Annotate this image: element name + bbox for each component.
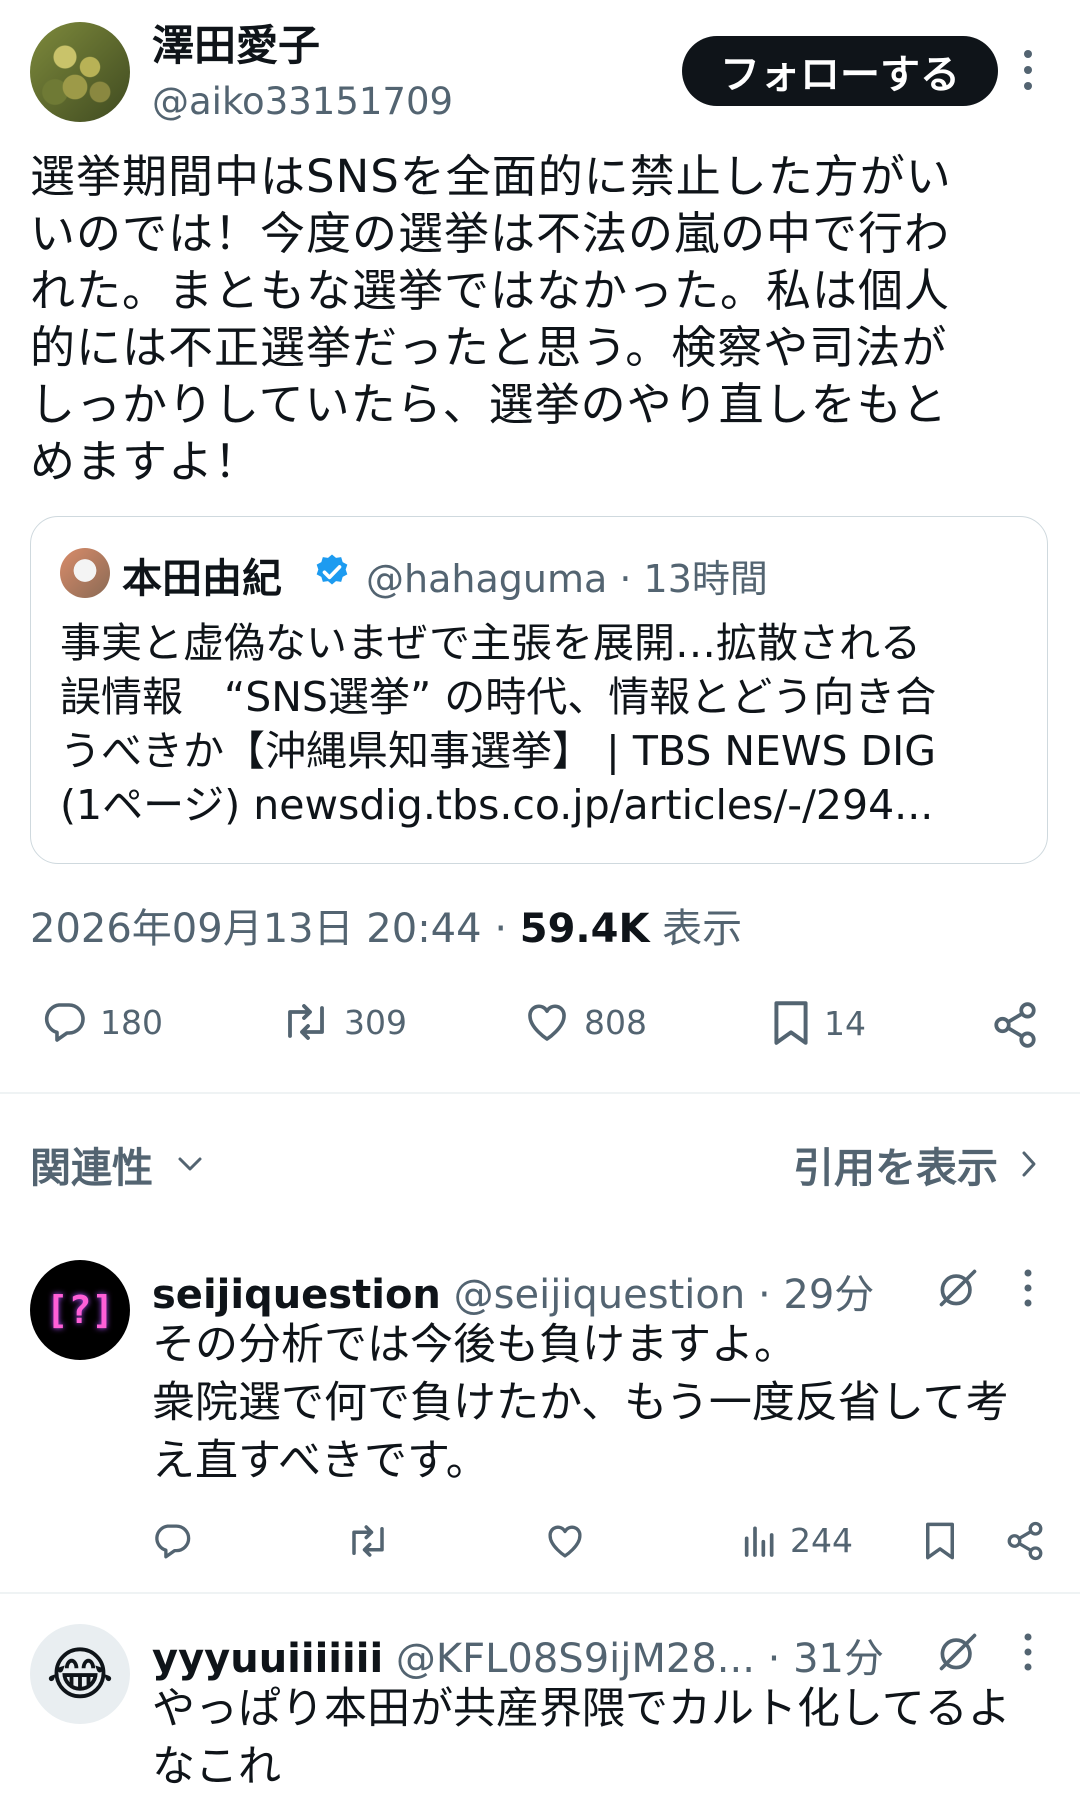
divider bbox=[0, 1092, 1080, 1094]
more-options-icon[interactable] bbox=[1016, 48, 1040, 92]
bookmark-icon bbox=[768, 998, 814, 1048]
reply-views-button[interactable]: 244 bbox=[740, 1520, 853, 1560]
reply-text-line: え直すべきです。 bbox=[152, 1436, 489, 1486]
quoted-text-line: 誤情報 “SNS選挙” の時代、情報とどう向き合 bbox=[60, 673, 937, 721]
author-display-name[interactable]: 澤田愛子 bbox=[152, 12, 320, 73]
bookmark-count: 14 bbox=[824, 1003, 866, 1043]
quoted-text-line: うべきか【沖縄県知事選挙】 | TBS NEWS DIG bbox=[60, 727, 936, 775]
repost-count: 309 bbox=[344, 1002, 407, 1042]
post-text-line: れた。まともな選挙ではなかった。私は個人 bbox=[30, 264, 951, 317]
quoted-author-name: 本田由紀 bbox=[122, 556, 282, 602]
quoted-text-line: 事実と虚偽ないまぜで主張を展開…拡散される bbox=[60, 619, 921, 667]
quoted-text: 事実と虚偽ないまぜで主張を展開…拡散される 誤情報 “SNS選挙” の時代、情報… bbox=[60, 616, 1020, 832]
timestamp-separator: · bbox=[494, 906, 508, 952]
share-icon[interactable] bbox=[990, 1000, 1040, 1050]
post-text: 選挙期間中はSNSを全面的に禁止した方がい いのでは！今度の選挙は不法の嵐の中で… bbox=[30, 148, 1050, 490]
views-count: 59.4K bbox=[519, 906, 650, 952]
reply-author-name[interactable]: yyyuuiiiiiii bbox=[152, 1636, 383, 1682]
reply-time[interactable]: 29分 bbox=[783, 1272, 874, 1318]
reply-time[interactable]: 31分 bbox=[793, 1636, 884, 1682]
reply-avatar[interactable]: [?] bbox=[30, 1260, 130, 1360]
reply-icon bbox=[38, 998, 90, 1046]
reply-text-line: その分析では今後も負けますよ。 bbox=[152, 1320, 797, 1370]
reply-count: 180 bbox=[100, 1002, 163, 1042]
repost-icon bbox=[278, 998, 334, 1046]
view-quotes-label: 引用を表示 bbox=[793, 1144, 998, 1192]
quoted-separator: · bbox=[619, 557, 632, 601]
reply-header: yyyuuiiiiiii @KFL08S9ijM28... · 31分 bbox=[152, 1626, 884, 1684]
reply-separator: · bbox=[767, 1636, 781, 1682]
views-chart-icon bbox=[740, 1520, 780, 1560]
divider bbox=[0, 1592, 1080, 1594]
sort-label: 関連性 bbox=[30, 1144, 153, 1192]
quoted-meta: @hahaguma · 13時間 bbox=[366, 548, 768, 603]
chevron-right-icon bbox=[1020, 1148, 1038, 1180]
bookmark-button[interactable]: 14 bbox=[768, 998, 866, 1048]
reply-button[interactable]: 180 bbox=[38, 998, 163, 1046]
chevron-down-icon bbox=[175, 1154, 205, 1174]
post-text-line: 的には不正選挙だったと思う。検察や司法が bbox=[30, 321, 948, 374]
reply-text-line: やっぱり本田が共産界隈でカルト化してるよ bbox=[152, 1684, 1011, 1734]
reply-author-handle[interactable]: @KFL08S9ijM28... bbox=[396, 1636, 755, 1682]
follow-button[interactable]: フォローする bbox=[682, 36, 998, 106]
reply-share-icon[interactable] bbox=[1004, 1520, 1046, 1562]
reply-reply-icon[interactable] bbox=[150, 1520, 194, 1562]
verified-badge-icon bbox=[312, 552, 352, 592]
view-quotes-link[interactable]: 引用を表示 bbox=[793, 1134, 1038, 1194]
reply-heart-icon[interactable] bbox=[542, 1520, 588, 1562]
timestamp-row: 2026年09月13日 20:44 · 59.4K 表示 bbox=[30, 896, 742, 954]
reply-repost-icon[interactable] bbox=[344, 1520, 392, 1562]
post-timestamp[interactable]: 2026年09月13日 20:44 bbox=[30, 906, 482, 952]
like-count: 808 bbox=[584, 1002, 647, 1042]
grok-icon[interactable] bbox=[936, 1266, 980, 1310]
reply-separator: · bbox=[757, 1272, 771, 1318]
grok-icon[interactable] bbox=[936, 1630, 980, 1674]
post-text-line: 選挙期間中はSNSを全面的に禁止した方がい bbox=[30, 150, 952, 203]
reply-author-name[interactable]: seijiquestion bbox=[152, 1272, 441, 1318]
reply-more-icon[interactable] bbox=[1018, 1632, 1038, 1672]
reply-more-icon[interactable] bbox=[1018, 1268, 1038, 1308]
post-text-line: めますよ！ bbox=[30, 435, 261, 488]
reply-text: その分析では今後も負けますよ。 衆院選で何で負けたか、もう一度反省して考 え直す… bbox=[152, 1316, 1057, 1490]
reply-author-handle[interactable]: @seijiquestion bbox=[454, 1272, 746, 1318]
reply-header: seijiquestion @seijiquestion · 29分 bbox=[152, 1262, 874, 1320]
reply-text: やっぱり本田が共産界隈でカルト化してるよ なこれ bbox=[152, 1680, 1057, 1796]
sort-relevance-dropdown[interactable]: 関連性 bbox=[30, 1134, 205, 1194]
reply-text-line: なこれ bbox=[152, 1742, 281, 1792]
repost-button[interactable]: 309 bbox=[278, 998, 407, 1046]
like-button[interactable]: 808 bbox=[520, 998, 647, 1046]
post-text-line: しっかりしていたら、選挙のやり直しをもと bbox=[30, 378, 948, 431]
reply-bookmark-icon[interactable] bbox=[920, 1520, 960, 1562]
reply-avatar-emoji: 😂 bbox=[46, 1640, 114, 1708]
reply-text-line: 衆院選で何で負けたか、もう一度反省して考 bbox=[152, 1378, 1009, 1428]
heart-icon bbox=[520, 998, 574, 1046]
views-label: 表示 bbox=[662, 906, 743, 952]
post-text-line: いのでは！今度の選挙は不法の嵐の中で行わ bbox=[30, 207, 951, 260]
quoted-handle: @hahaguma bbox=[366, 557, 608, 601]
quoted-text-line: (1ページ) newsdig.tbs.co.jp/articles/-/294.… bbox=[60, 781, 934, 829]
reply-views-count: 244 bbox=[790, 1520, 853, 1560]
quoted-time: 13時間 bbox=[643, 557, 768, 601]
reply-avatar[interactable]: 😂 bbox=[30, 1624, 130, 1724]
author-avatar[interactable] bbox=[30, 22, 130, 122]
author-handle[interactable]: @aiko33151709 bbox=[152, 80, 453, 123]
quoted-author-avatar bbox=[60, 548, 110, 598]
reply-avatar-text: [?] bbox=[45, 1288, 115, 1332]
